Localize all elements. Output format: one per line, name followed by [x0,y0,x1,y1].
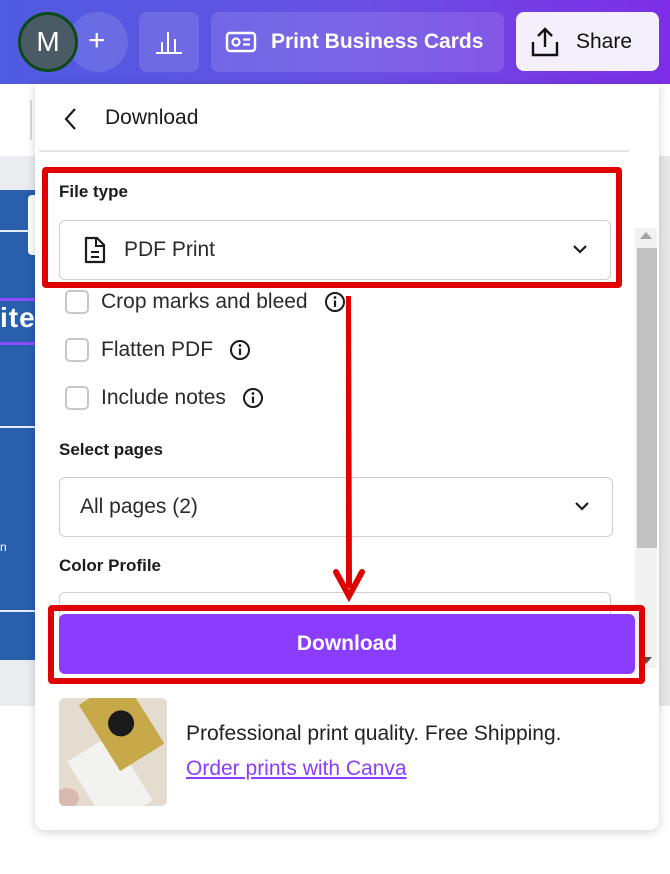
flatten-pdf-label: Flatten PDF [101,338,214,361]
panel-header: Download [35,84,659,150]
panel-title: Download [105,106,199,129]
option-flatten-pdf[interactable]: Flatten PDF [65,338,251,362]
info-icon[interactable] [229,339,251,361]
share-button[interactable]: Share [516,12,659,71]
design-text: ite [0,302,36,333]
color-profile-label: Color Profile [59,556,162,575]
top-toolbar: + M Print Business Cards Share [0,0,670,84]
business-card-preview-image [59,698,167,806]
design-stripe [0,298,36,301]
document-icon [84,236,106,264]
design-page-preview[interactable]: ite n [0,190,36,660]
info-icon[interactable] [324,291,346,313]
design-line [0,426,36,428]
plus-icon[interactable]: + [88,24,106,58]
scrollbar-thumb[interactable] [637,248,657,548]
select-pages-label: Select pages [59,440,163,459]
back-button[interactable] [59,104,83,134]
user-avatar[interactable]: M [18,12,78,72]
design-small-text: n [0,540,7,554]
download-button[interactable]: Download [59,614,635,674]
business-card-icon [225,31,257,53]
design-line [0,610,36,612]
info-icon[interactable] [242,387,264,409]
file-type-dropdown[interactable]: PDF Print [59,220,611,280]
scroll-down-arrow[interactable] [640,657,652,664]
share-label: Share [576,29,633,53]
chevron-down-icon [573,245,587,254]
crop-marks-checkbox[interactable] [65,290,89,314]
print-business-cards-label: Print Business Cards [271,30,484,53]
scroll-up-arrow[interactable] [640,232,652,239]
option-crop-marks[interactable]: Crop marks and bleed [65,290,346,314]
select-pages-dropdown[interactable]: All pages (2) [59,477,613,537]
download-options-scroll[interactable]: File type PDF Print Crop marks and bleed… [35,152,659,672]
file-type-label: File type [59,182,128,201]
editor-right-edge [659,156,670,726]
option-include-notes[interactable]: Include notes [65,386,264,410]
download-panel: Download File type PDF Print Crop marks … [35,84,659,830]
avatar-initial: M [36,26,60,57]
flatten-pdf-checkbox[interactable] [65,338,89,362]
order-prints-link[interactable]: Order prints with Canva [186,757,407,781]
file-type-value: PDF Print [124,238,216,261]
promo-text: Professional print quality. Free Shippin… [186,722,562,745]
include-notes-label: Include notes [101,386,226,409]
print-business-cards-button[interactable]: Print Business Cards [211,12,504,72]
bar-chart-icon [156,32,182,54]
upload-share-icon [531,26,559,56]
include-notes-checkbox[interactable] [65,386,89,410]
select-pages-value: All pages (2) [80,495,198,518]
avatar-group: + M [18,12,128,72]
chevron-left-icon [64,108,76,130]
chevron-down-icon [575,502,589,511]
design-stripe [0,342,36,345]
crop-marks-label: Crop marks and bleed [101,290,308,313]
panel-scrollbar[interactable] [635,228,657,668]
print-promo: Professional print quality. Free Shippin… [59,698,635,808]
insights-button[interactable] [139,12,199,72]
toolbar-divider [30,100,32,140]
